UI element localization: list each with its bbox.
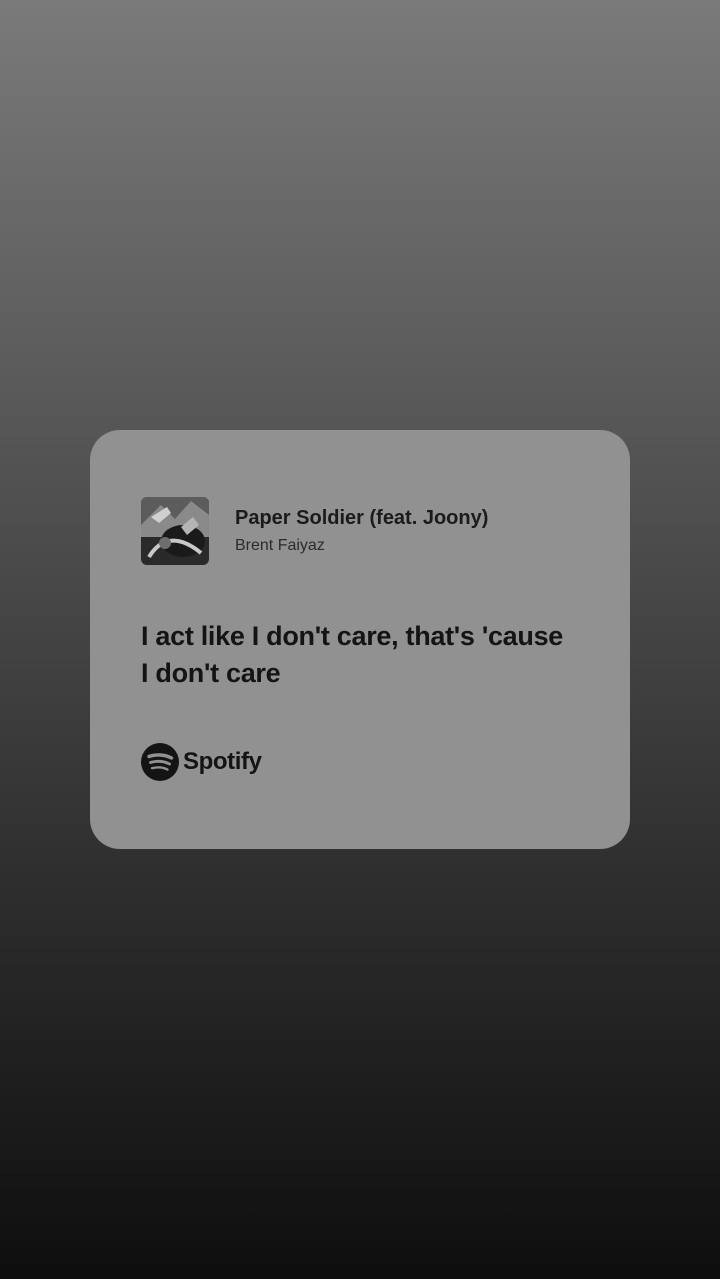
lyrics-line: I act like I don't care, that's 'cause xyxy=(141,621,564,651)
lyrics-line: I don't care xyxy=(141,658,281,688)
lyrics-share-card[interactable]: Paper Soldier (feat. Joony) Brent Faiyaz… xyxy=(90,430,630,849)
album-cover-image xyxy=(141,497,209,565)
lyrics-text: I act like I don't care, that's 'cause I… xyxy=(141,618,601,692)
track-artist: Brent Faiyaz xyxy=(235,537,325,554)
spotify-logo-icon xyxy=(141,743,179,781)
track-info: Paper Soldier (feat. Joony) Brent Faiyaz xyxy=(141,497,488,565)
spotify-wordmark: Spotify xyxy=(183,748,262,775)
story-background: { "share_card": { "track": { "title": "P… xyxy=(0,0,720,1279)
track-title: Paper Soldier (feat. Joony) xyxy=(235,507,489,529)
spotify-brand[interactable]: Spotify xyxy=(141,743,262,781)
track-meta: Paper Soldier (feat. Joony) Brent Faiyaz xyxy=(235,506,488,556)
